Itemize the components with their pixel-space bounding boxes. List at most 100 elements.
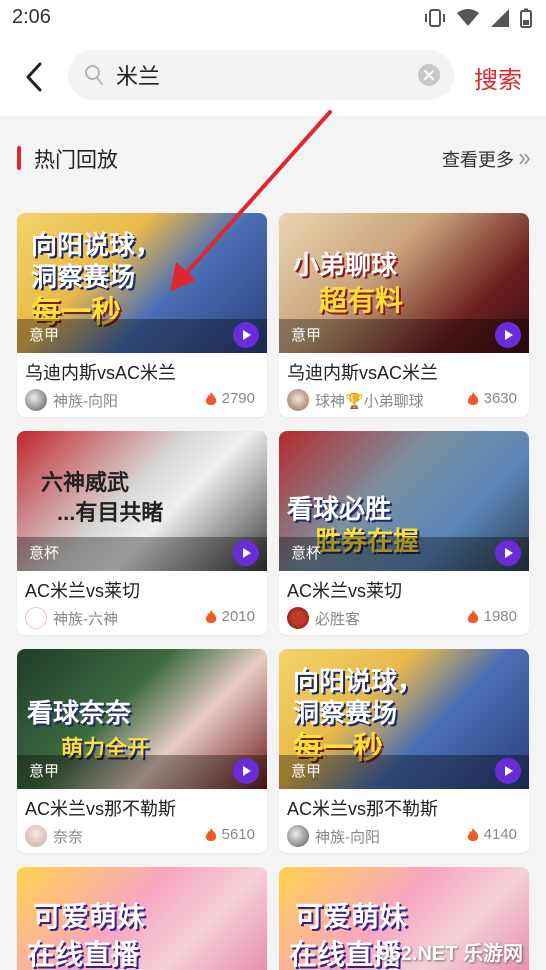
card-title: AC米兰vs那不勒斯	[25, 799, 177, 819]
play-button[interactable]	[233, 322, 259, 348]
author-name: 神族-向阳	[315, 829, 380, 846]
section-title: 热门回放	[34, 149, 118, 172]
play-button[interactable]	[495, 322, 521, 348]
thumbnail-caption: 可爱萌妹	[295, 901, 408, 932]
heat-value: 3630	[483, 390, 517, 407]
author-name: 神族-向阳	[53, 393, 118, 410]
replay-card[interactable]: 六神威武 ...有目共睹 意杯 AC米兰vs莱切 神族-六神 2010	[17, 431, 267, 635]
search-box[interactable]	[68, 50, 454, 100]
thumbnail-caption: 可爱萌妹	[33, 901, 146, 932]
author-row: 神族-向阳 4140	[287, 825, 521, 847]
league-tag: 意甲	[29, 763, 60, 780]
thumbnail: 看球必胜 胜券在握 意杯	[279, 431, 529, 571]
play-icon	[505, 330, 513, 340]
status-icons	[424, 8, 532, 28]
heat-value: 2790	[221, 390, 255, 407]
author-name: 神族-六神	[53, 611, 118, 628]
league-tag: 意杯	[29, 545, 60, 562]
heat-value: 2010	[221, 608, 255, 625]
double-chevron-right-icon	[519, 153, 531, 165]
avatar	[25, 825, 47, 847]
card-title: AC米兰vs莱切	[25, 581, 141, 601]
thumbnail: 可爱萌妹 在线直播 962.NET 乐游网	[279, 867, 529, 970]
heat-count: 5610	[204, 826, 255, 843]
thumbnail: 看球奈奈 萌力全开 意甲	[17, 649, 267, 789]
flame-icon	[467, 391, 478, 405]
flame-icon	[205, 827, 216, 841]
flame-icon	[205, 391, 216, 405]
play-button[interactable]	[233, 540, 259, 566]
thumbnail: 六神威武 ...有目共睹 意杯	[17, 431, 267, 571]
thumbnail-caption: 在线直播	[27, 939, 140, 970]
avatar	[287, 825, 309, 847]
play-button[interactable]	[233, 758, 259, 784]
thumbnail-caption: ...有目共睹	[57, 500, 164, 525]
avatar	[287, 607, 309, 629]
card-title: AC米兰vs莱切	[287, 581, 403, 601]
close-icon	[424, 70, 434, 80]
top-bar: 搜索	[0, 38, 546, 116]
flame-icon	[467, 609, 478, 623]
replay-card[interactable]: 向阳说球， 洞察赛场 每一秒 意甲 AC米兰vs那不勒斯 神族-向阳 4140	[279, 649, 529, 853]
card-title: 乌迪内斯vsAC米兰	[287, 363, 439, 383]
thumbnail-caption: 看球必胜	[287, 494, 392, 524]
author-row: 球神🏆小弟聊球 3630	[287, 389, 521, 411]
wifi-icon	[457, 9, 479, 26]
back-button[interactable]	[20, 60, 50, 94]
play-icon	[505, 766, 513, 776]
signal-icon	[491, 9, 509, 27]
league-tag: 意杯	[291, 545, 322, 562]
section-header: 热门回放 查看更多	[0, 134, 546, 182]
league-tag: 意甲	[291, 763, 322, 780]
author-name: 必胜客	[315, 611, 361, 628]
play-button[interactable]	[495, 540, 521, 566]
search-input[interactable]	[116, 62, 406, 88]
play-icon	[243, 548, 251, 558]
avatar	[287, 389, 309, 411]
replay-card[interactable]: 小弟聊球 超有料 意甲 乌迪内斯vsAC米兰 球神🏆小弟聊球 3630	[279, 213, 529, 417]
search-button[interactable]: 搜索	[474, 60, 522, 95]
watermark: 962.NET 乐游网	[378, 943, 523, 965]
thumbnail-caption: 向阳说球，	[31, 230, 162, 260]
status-time: 2:06	[12, 6, 51, 28]
author-name: 奈奈	[53, 829, 84, 846]
thumbnail-caption: 超有料	[319, 285, 404, 316]
thumbnail-caption: 小弟聊球	[293, 250, 398, 280]
avatar	[25, 607, 47, 629]
author-row: 神族-向阳 2790	[25, 389, 259, 411]
view-more-link[interactable]: 查看更多	[442, 146, 532, 172]
author-name: 球神🏆小弟聊球	[315, 393, 424, 410]
view-more-label: 查看更多	[442, 150, 514, 170]
replay-card[interactable]: 看球奈奈 萌力全开 意甲 AC米兰vs那不勒斯 奈奈 5610	[17, 649, 267, 853]
thumbnail: 向阳说球， 洞察赛场 每一秒 意甲	[17, 213, 267, 353]
replay-card[interactable]: 看球必胜 胜券在握 意杯 AC米兰vs莱切 必胜客 1980	[279, 431, 529, 635]
search-icon	[85, 65, 103, 85]
clear-search-button[interactable]	[418, 64, 440, 86]
author-row: 奈奈 5610	[25, 825, 259, 847]
thumbnail: 小弟聊球 超有料 意甲	[279, 213, 529, 353]
avatar	[25, 389, 47, 411]
heat-count: 2010	[204, 608, 255, 625]
play-icon	[505, 548, 513, 558]
replay-card[interactable]: 可爱萌妹 在线直播	[17, 867, 267, 970]
replay-card[interactable]: 向阳说球， 洞察赛场 每一秒 意甲 乌迪内斯vsAC米兰 神族-向阳 2790	[17, 213, 267, 417]
play-icon	[243, 766, 251, 776]
league-tag: 意甲	[29, 327, 60, 344]
replay-card[interactable]: 可爱萌妹 在线直播 962.NET 乐游网	[279, 867, 529, 970]
heat-count: 3630	[466, 390, 517, 407]
heat-count: 1980	[466, 608, 517, 625]
thumbnail-caption: 洞察赛场	[293, 698, 398, 728]
league-tag: 意甲	[291, 327, 322, 344]
vibrate-icon	[425, 9, 445, 27]
chevron-left-icon	[26, 62, 42, 92]
heat-count: 4140	[466, 826, 517, 843]
thumbnail: 向阳说球， 洞察赛场 每一秒 意甲	[279, 649, 529, 789]
flame-icon	[205, 609, 216, 623]
heat-value: 5610	[221, 826, 255, 843]
heat-value: 1980	[483, 608, 517, 625]
thumbnail-caption: 向阳说球，	[293, 666, 424, 696]
battery-icon	[520, 8, 532, 28]
author-row: 必胜客 1980	[287, 607, 521, 629]
thumbnail-caption: 看球奈奈	[27, 698, 132, 728]
play-button[interactable]	[495, 758, 521, 784]
